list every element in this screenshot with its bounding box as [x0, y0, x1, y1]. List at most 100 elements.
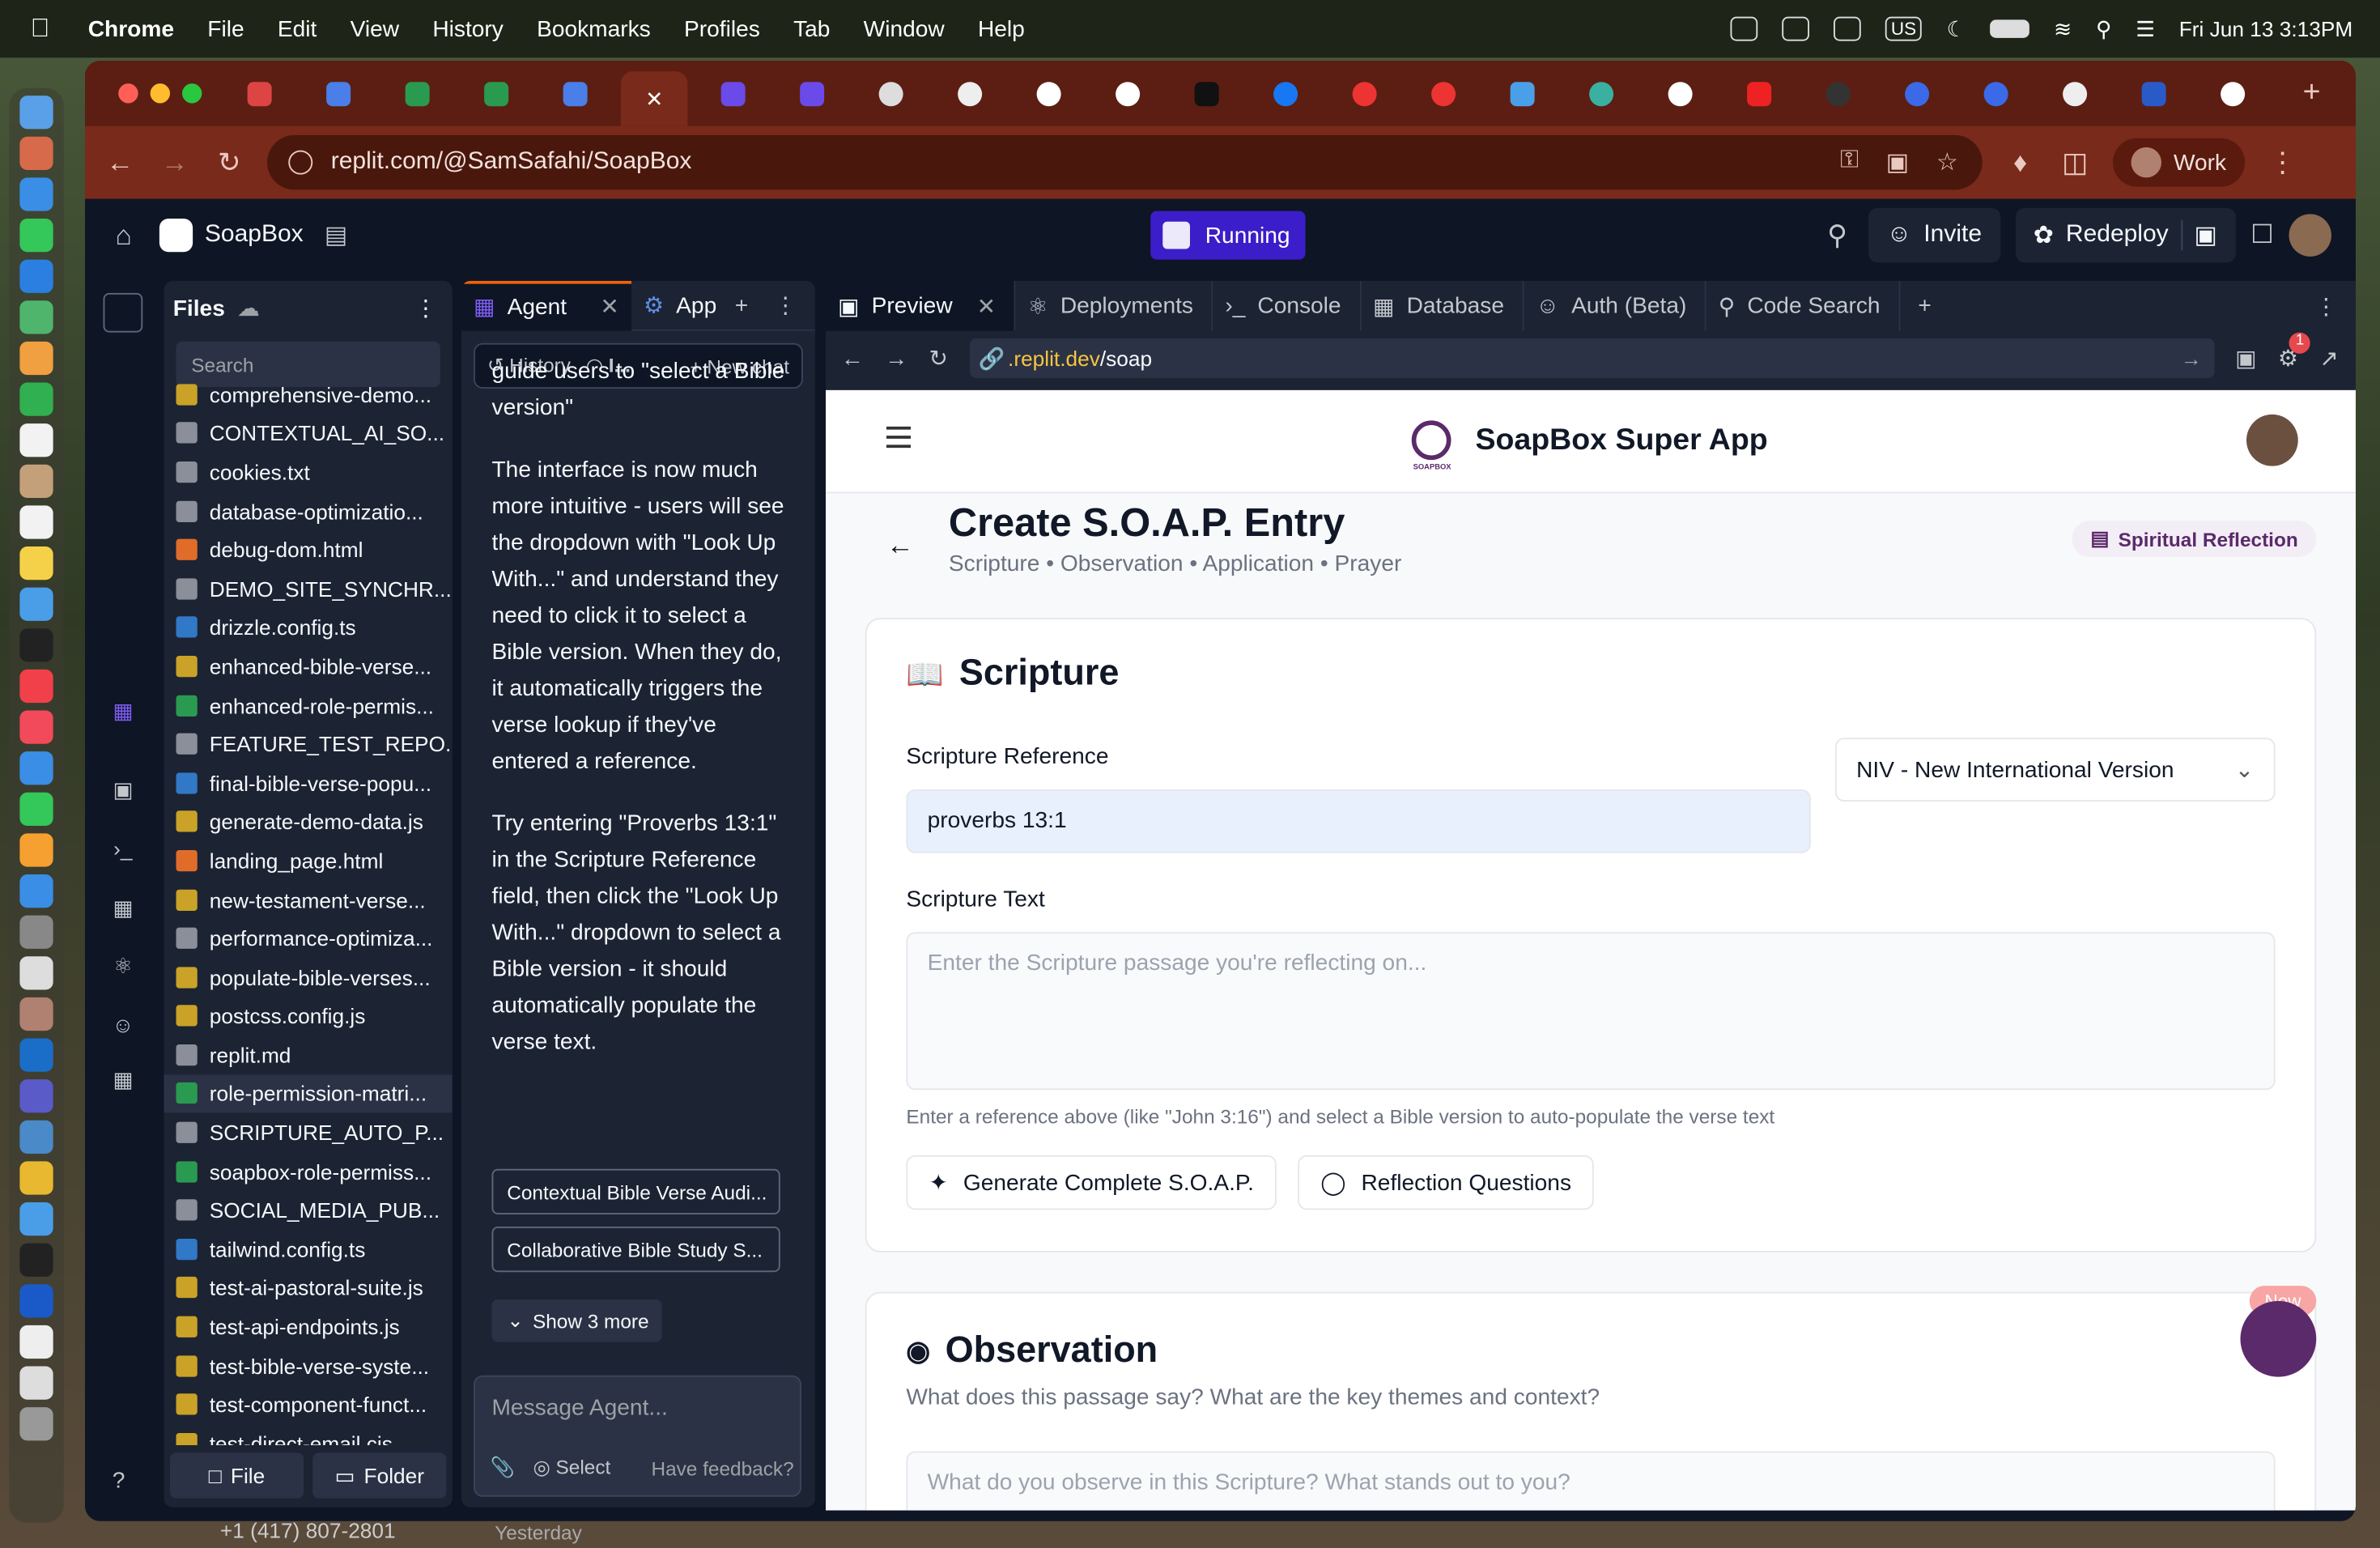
tab-facebook[interactable] [1252, 70, 1320, 116]
tab-openai-2[interactable] [937, 70, 1004, 116]
tab-blue-squares[interactable] [1489, 70, 1556, 116]
files-toggle-icon[interactable] [103, 292, 143, 333]
tab-teal[interactable] [1568, 70, 1635, 116]
tab-auth[interactable]: ☺ Auth (Beta) [1524, 280, 1706, 331]
tab-preview[interactable]: ▣ Preview ✕ [826, 280, 1016, 331]
trash-icon[interactable] [19, 1407, 53, 1441]
menu-app[interactable]: Chrome [88, 16, 174, 42]
tab-sheets-1[interactable] [384, 70, 451, 116]
close-agent-tab-icon[interactable]: ✕ [600, 293, 619, 321]
tab-search-icon[interactable]: ◫ [2059, 147, 2092, 178]
teams-icon[interactable] [1833, 16, 1861, 41]
preview-dock-icon[interactable] [19, 1120, 53, 1154]
file-row[interactable]: SCRIPTURE_AUTO_P... [164, 1113, 453, 1152]
tab-s-2[interactable] [779, 70, 846, 116]
extensions-icon[interactable]: ♦ [2004, 147, 2037, 178]
add-tab-icon[interactable]: + [735, 292, 748, 318]
omnibox-url[interactable]: replit.com/@SamSafahi/SoapBox [331, 149, 692, 176]
teams-dock-icon[interactable] [19, 1079, 53, 1113]
maps-icon[interactable] [19, 300, 53, 334]
1password-icon[interactable] [19, 1284, 53, 1318]
safari-icon[interactable] [19, 177, 53, 211]
feedback-link[interactable]: Have feedback? [651, 1457, 793, 1479]
user-avatar[interactable] [2289, 214, 2331, 257]
tab-docs-1[interactable] [305, 70, 372, 116]
file-row[interactable]: drizzle.config.ts [164, 608, 453, 647]
omnibox[interactable]: replit.com/@SamSafahi/SoapBox ⚿ ▣ ☆ [267, 134, 1983, 190]
menu-history[interactable]: History [432, 16, 504, 42]
calendar-icon[interactable] [19, 423, 53, 457]
chrome-menu-icon[interactable]: ⋮ [2266, 147, 2299, 178]
tab-google-1[interactable] [1015, 70, 1082, 116]
preview-back-icon[interactable]: ← [841, 346, 864, 372]
tab-google-2[interactable] [1094, 70, 1162, 116]
show-more-button[interactable]: ⌄ Show 3 more [491, 1299, 662, 1342]
soapbox-logo-icon[interactable] [159, 219, 193, 253]
profile-button[interactable]: Work [2113, 138, 2245, 187]
reload-icon[interactable]: ↻ [213, 147, 246, 178]
music-icon[interactable] [19, 669, 53, 704]
tab-deployments[interactable]: ⚛ Deployments [1016, 280, 1213, 331]
devtools-icon[interactable]: ⚙ 1 [2278, 332, 2311, 372]
tab-blue-1[interactable] [1884, 70, 1951, 116]
preview-forward-icon[interactable]: → [885, 346, 907, 372]
chrome-dock-icon[interactable] [19, 1161, 53, 1195]
tab-google-4[interactable] [2199, 70, 2267, 116]
tab-blue-2[interactable] [1962, 70, 2029, 116]
menu-tab[interactable]: Tab [793, 16, 830, 42]
facetime-icon[interactable] [19, 382, 53, 416]
close-tab-icon[interactable]: ✕ [645, 86, 663, 112]
file-row[interactable]: test-bible-verse-syste... [164, 1346, 453, 1385]
tab-code-search[interactable]: ⚲ Code Search [1706, 280, 1900, 331]
notes-icon[interactable] [19, 546, 53, 580]
site-info-icon[interactable] [288, 150, 313, 175]
photos-icon[interactable] [19, 341, 53, 376]
deploy-rail-icon[interactable]: ⚛ [106, 954, 139, 981]
datetime[interactable]: Fri Jun 13 3:13PM [2179, 17, 2352, 41]
add-pane-tab-icon[interactable]: + [1918, 293, 1931, 319]
agent-menu-icon[interactable]: ⋮ [774, 291, 797, 319]
message-input[interactable]: Message Agent... 📎 ◎ Select Have feedbac… [474, 1375, 801, 1497]
redeploy-button[interactable]: ✿ Redeploy ▣ [2015, 207, 2236, 263]
tab-app[interactable]: ⚙ App [631, 281, 729, 330]
forward-arrow-icon[interactable]: → [158, 147, 191, 178]
file-row[interactable]: debug-dom.html [164, 530, 453, 569]
soapbox-logo[interactable] [1411, 420, 1451, 461]
pages-icon[interactable] [19, 833, 53, 867]
tab-dark[interactable] [1804, 70, 1872, 116]
hamburger-menu-icon[interactable] [886, 426, 911, 449]
file-row[interactable]: populate-bible-verses... [164, 958, 453, 997]
tab-github[interactable] [2042, 70, 2109, 116]
file-row[interactable]: test-ai-pastoral-suite.js [164, 1269, 453, 1308]
search-icon[interactable]: ⚲ [1827, 219, 1847, 251]
terminal-dock-icon[interactable] [19, 1243, 53, 1277]
tab-tesla[interactable] [1726, 70, 1793, 116]
console-rail-icon[interactable]: ›_ [106, 836, 139, 864]
numbers-icon[interactable] [19, 792, 53, 826]
tab-database[interactable]: ▦ Database [1361, 280, 1524, 331]
file-row[interactable]: database-optimizatio... [164, 491, 453, 530]
back-arrow-icon[interactable]: ← [886, 529, 914, 561]
app-store-icon[interactable] [19, 874, 53, 908]
file-row[interactable]: FEATURE_TEST_REPO... [164, 725, 453, 763]
bible-version-select[interactable]: NIV - New International Version ⌄ [1834, 738, 2276, 802]
preview-menu-icon[interactable]: ⋮ [2314, 292, 2337, 320]
file-row[interactable]: cookies.txt [164, 453, 453, 491]
mail-icon[interactable] [19, 259, 53, 293]
auth-rail-icon[interactable]: ☺ [106, 1013, 139, 1040]
outlook-dock-icon[interactable] [19, 1038, 53, 1072]
file-row[interactable]: replit.md [164, 1036, 453, 1074]
device-icon[interactable]: ▣ [2235, 345, 2257, 372]
zoom-window-button[interactable] [182, 83, 202, 104]
key-icon[interactable]: ⚿ [1840, 147, 1859, 178]
observation-input[interactable]: What do you observe in this Scripture? W… [906, 1451, 2276, 1511]
tab-console[interactable]: ›_ Console [1213, 280, 1361, 331]
back-arrow-icon[interactable]: ← [104, 147, 137, 178]
home-icon[interactable]: ⌂ [116, 219, 132, 251]
new-tab-button[interactable]: + [2278, 70, 2345, 116]
file-row[interactable]: enhanced-role-permis... [164, 686, 453, 725]
menu-profiles[interactable]: Profiles [684, 16, 760, 42]
file-row[interactable]: CONTEXTUAL_AI_SO... [164, 414, 453, 453]
close-preview-tab-icon[interactable]: ✕ [977, 292, 997, 320]
tab-x[interactable] [1173, 70, 1240, 116]
